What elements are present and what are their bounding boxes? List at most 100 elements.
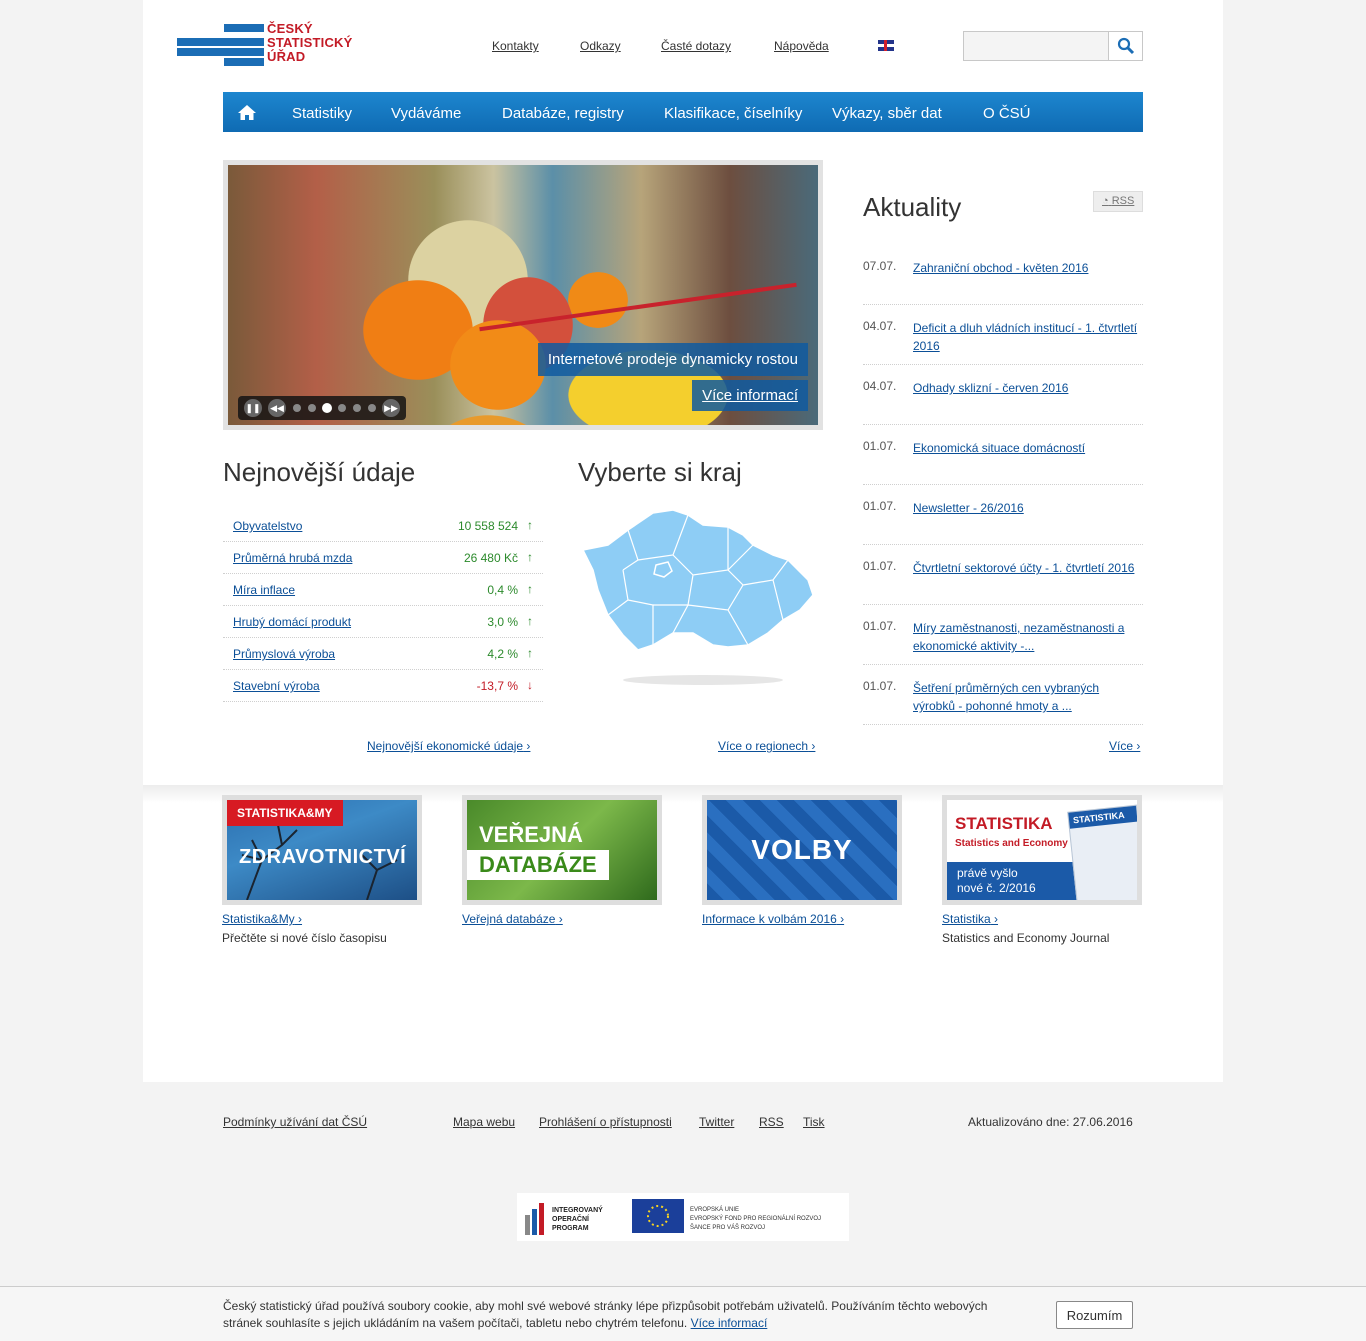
news-link[interactable]: Míry zaměstnanosti, nezaměstnanosti a ek… — [913, 619, 1143, 655]
indicator-value: 3,0 % — [487, 615, 518, 629]
indicator-label[interactable]: Míra inflace — [233, 583, 295, 597]
link-napoveda[interactable]: Nápověda — [774, 39, 829, 53]
slider-more-link[interactable]: Více informací — [692, 380, 808, 411]
indicator-label[interactable]: Hrubý domácí produkt — [233, 615, 351, 629]
last-updated: Aktualizováno dne: 27.06.2016 — [968, 1115, 1133, 1129]
arrow-down-icon: ↓ — [527, 678, 533, 692]
news-item: 01.07. Čtvrtletní sektorové účty - 1. čtv… — [863, 545, 1143, 605]
news-link[interactable]: Čtvrtletní sektorové účty - 1. čtvrtletí… — [913, 559, 1143, 577]
tile-verejna-databaze[interactable]: VEŘEJNÁ DATABÁZE — [462, 795, 662, 905]
region-more-link[interactable]: Více o regionech › — [718, 739, 815, 753]
news-date: 07.07. — [863, 259, 897, 273]
logo-text: ČESKÝ STATISTICKÝ ÚŘAD — [267, 22, 353, 64]
indicator-label[interactable]: Průměrná hrubá mzda — [233, 551, 352, 565]
link-kontakty[interactable]: Kontakty — [492, 39, 539, 53]
tile-title: STATISTIKA — [955, 814, 1053, 833]
home-icon[interactable] — [237, 104, 257, 121]
slider-dot[interactable] — [293, 404, 301, 412]
news-date: 01.07. — [863, 679, 897, 693]
news-title: Aktuality — [863, 192, 962, 222]
news-date: 01.07. — [863, 619, 897, 633]
slider-caption[interactable]: Internetové prodeje dynamicky rostou — [537, 343, 808, 376]
tile-image: STATISTIKA&MY ZDRAVOTNICTVÍ — [227, 800, 417, 900]
pause-icon[interactable]: ❚❚ — [244, 399, 262, 417]
news-date: 04.07. — [863, 379, 897, 393]
indicator-label[interactable]: Stavební výroba — [233, 679, 320, 693]
news-date: 01.07. — [863, 439, 897, 453]
indicator-label[interactable]: Průmyslová výroba — [233, 647, 335, 661]
indicator-value: 4,2 % — [487, 647, 518, 661]
news-link[interactable]: Ekonomická situace domácností — [913, 439, 1143, 457]
news-link[interactable]: Deficit a dluh vládních institucí - 1. č… — [913, 319, 1143, 355]
cart-rail — [479, 282, 797, 332]
indicator-row: Míra inflace 0,4 % ↑ — [223, 574, 543, 606]
news-item: 04.07. Odhady sklizní - červen 2016 — [863, 365, 1143, 425]
nav-klasifikace[interactable]: Klasifikace, číselníky — [664, 105, 802, 122]
cookie-more-link[interactable]: Více informací — [691, 1316, 768, 1330]
slider-dot[interactable] — [353, 404, 361, 412]
news-link[interactable]: Šetření průměrných cen vybraných výrobků… — [913, 679, 1143, 715]
tile-volby[interactable]: VOLBY — [702, 795, 902, 905]
eu-flag-icon — [632, 1199, 684, 1233]
footer-link-podminky[interactable]: Podmínky užívání dat ČSÚ — [223, 1115, 367, 1129]
footer-link-pristupnost[interactable]: Prohlášení o přístupnosti — [539, 1115, 672, 1129]
page-container: ČESKÝ STATISTICKÝ ÚŘAD Kontakty Odkazy Č… — [143, 0, 1223, 1082]
nav-vykazy[interactable]: Výkazy, sběr dat — [832, 105, 942, 122]
latest-more-link[interactable]: Nejnovější ekonomické údaje › — [367, 739, 530, 753]
tile-desc: Přečtěte si nové číslo časopisu — [222, 931, 387, 945]
tile-link-verejna-databaze[interactable]: Veřejná databáze › — [462, 912, 563, 926]
slider-dot[interactable] — [338, 404, 346, 412]
nav-vydavame[interactable]: Vydáváme — [391, 105, 461, 122]
iop-text: INTEGROVANÝ OPERAČNÍ PROGRAM — [552, 1206, 603, 1233]
indicator-label[interactable]: Obyvatelstvo — [233, 519, 302, 533]
english-flag-icon[interactable] — [878, 40, 894, 51]
tile-link-volby[interactable]: Informace k volbám 2016 › — [702, 912, 844, 926]
tile-link-statistika-my[interactable]: Statistika&My › — [222, 912, 302, 926]
footer-link-twitter[interactable]: Twitter — [699, 1115, 734, 1129]
link-odkazy[interactable]: Odkazy — [580, 39, 621, 53]
nav-statistiky[interactable]: Statistiky — [292, 105, 352, 122]
czech-region-map[interactable] — [578, 505, 818, 690]
search-box — [963, 31, 1143, 61]
news-more-link[interactable]: Více › — [1109, 739, 1140, 753]
logo-bar — [177, 48, 264, 56]
footer-link-rss[interactable]: RSS — [759, 1115, 784, 1129]
csu-logo[interactable]: ČESKÝ STATISTICKÝ ÚŘAD — [177, 20, 367, 68]
slider-dot-active[interactable] — [322, 403, 332, 413]
search-input[interactable] — [964, 32, 1109, 60]
tile-title: ZDRAVOTNICTVÍ — [239, 846, 407, 868]
hero-slider: Internetové prodeje dynamicky rostou Víc… — [223, 160, 823, 430]
slider-image[interactable]: Internetové prodeje dynamicky rostou Víc… — [228, 165, 818, 425]
journal-cover: STATISTIKA — [1067, 804, 1137, 900]
slider-dot[interactable] — [308, 404, 316, 412]
logo-bar — [177, 38, 264, 46]
footer-link-mapa-webu[interactable]: Mapa webu — [453, 1115, 515, 1129]
slider-dot[interactable] — [368, 404, 376, 412]
eu-line: EVROPSKÁ UNIE — [690, 1207, 740, 1213]
indicator-row: Průměrná hrubá mzda 26 480 Kč ↑ — [223, 542, 543, 574]
next-icon[interactable]: ▶▶ — [382, 399, 400, 417]
footer-link-tisk[interactable]: Tisk — [803, 1115, 825, 1129]
tile-link-statistika[interactable]: Statistika › — [942, 912, 998, 926]
logo-line: ČESKÝ — [267, 21, 313, 36]
journal-cover-title: STATISTIKA — [1068, 805, 1137, 829]
rss-button[interactable]: ◔ RSS — [1093, 191, 1143, 212]
logo-bar — [224, 24, 264, 32]
nav-o-csu[interactable]: O ČSÚ — [983, 105, 1031, 122]
news-date: 01.07. — [863, 499, 897, 513]
tile-statistika-my[interactable]: STATISTIKA&MY ZDRAVOTNICTVÍ — [222, 795, 422, 905]
news-link[interactable]: Zahraniční obchod - květen 2016 — [913, 259, 1143, 277]
eu-line: EVROPSKÝ FOND PRO REGIONÁLNÍ ROZVOJ — [690, 1216, 822, 1222]
news-link[interactable]: Newsletter - 26/2016 — [913, 499, 1143, 517]
prev-icon[interactable]: ◀◀ — [268, 399, 286, 417]
nav-databaze[interactable]: Databáze, registry — [502, 105, 624, 122]
tile-statistika-journal[interactable]: STATISTIKA Statistics and Economy Journa… — [942, 795, 1142, 905]
indicator-row: Průmyslová výroba 4,2 % ↑ — [223, 638, 543, 670]
indicator-table: Obyvatelstvo 10 558 524 ↑ Průměrná hrubá… — [223, 510, 543, 702]
search-button[interactable] — [1108, 32, 1142, 60]
news-link[interactable]: Odhady sklizní - červen 2016 — [913, 379, 1143, 397]
cookie-accept-button[interactable]: Rozumím — [1056, 1301, 1133, 1329]
tile-link-label: Statistika — [942, 912, 991, 926]
link-caste-dotazy[interactable]: Časté dotazy — [661, 39, 731, 53]
indicator-value: 0,4 % — [487, 583, 518, 597]
